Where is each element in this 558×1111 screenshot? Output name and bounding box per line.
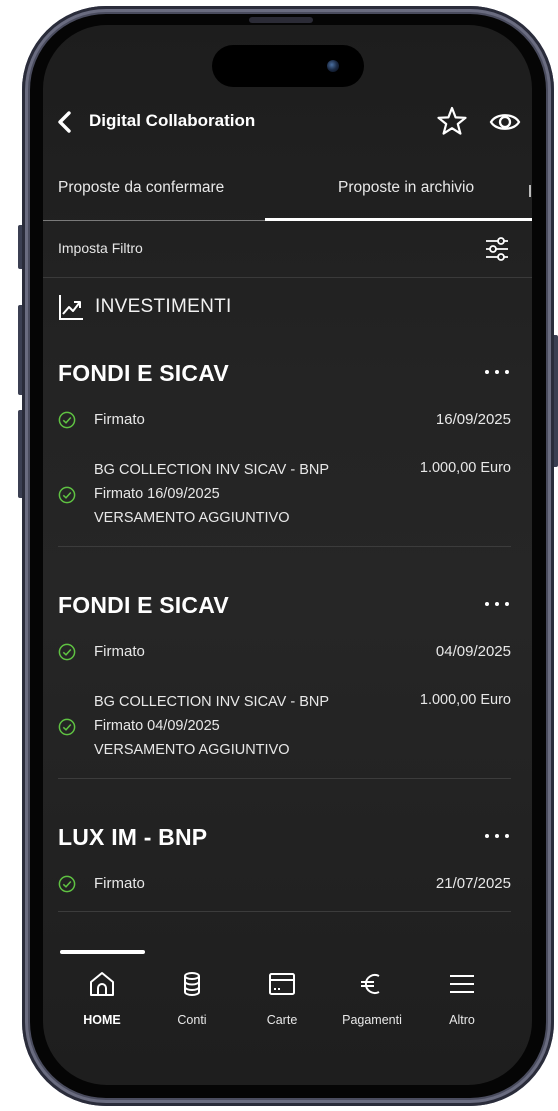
menu-icon bbox=[450, 975, 474, 993]
nav-label-home: HOME bbox=[83, 1013, 121, 1027]
eye-icon[interactable] bbox=[489, 108, 521, 136]
nav-item-conti[interactable]: Conti bbox=[147, 969, 237, 1027]
amount: 1.000,00 Euro bbox=[419, 460, 511, 476]
nav-label-altro: Altro bbox=[449, 1013, 475, 1027]
divider bbox=[58, 546, 511, 547]
active-nav-indicator bbox=[60, 950, 145, 954]
divider bbox=[58, 911, 511, 912]
page-title: Digital Collaboration bbox=[89, 111, 256, 130]
camera-icon bbox=[327, 60, 339, 72]
status-date: 16/09/2025 bbox=[435, 411, 511, 428]
check-circle-icon bbox=[58, 718, 76, 736]
check-circle-icon bbox=[58, 643, 76, 661]
fund-name: BG COLLECTION INV SICAV - BNP bbox=[94, 462, 330, 478]
operation-type: VERSAMENTO AGGIUNTIVO bbox=[94, 510, 290, 526]
proposal-card[interactable]: FONDI E SICAV Firmato 16/09/2025 BG COLL… bbox=[58, 360, 511, 547]
nav-item-altro[interactable]: Altro bbox=[417, 969, 507, 1027]
card-title: LUX IM - BNP bbox=[58, 824, 208, 850]
dynamic-island bbox=[212, 45, 364, 87]
filter-row[interactable]: Imposta Filtro bbox=[43, 221, 532, 278]
divider bbox=[58, 778, 511, 779]
card-icon bbox=[269, 973, 295, 995]
nav-label-conti: Conti bbox=[177, 1013, 207, 1027]
proposal-card[interactable]: LUX IM - BNP Firmato 21/07/2025 bbox=[58, 824, 511, 912]
more-options-icon[interactable] bbox=[483, 598, 511, 610]
signed-date: Firmato 16/09/2025 bbox=[94, 486, 220, 502]
nav-item-home[interactable]: HOME bbox=[57, 969, 147, 1027]
status-date: 04/09/2025 bbox=[435, 643, 511, 660]
status-label: Firmato bbox=[94, 411, 145, 428]
status-label: Firmato bbox=[94, 875, 145, 892]
check-circle-icon bbox=[58, 486, 76, 504]
bottom-nav: HOME Conti Carte Pagamenti Altro bbox=[43, 969, 532, 1039]
status-date: 21/07/2025 bbox=[435, 875, 511, 892]
check-circle-icon bbox=[58, 411, 76, 429]
trend-up-icon bbox=[59, 295, 83, 320]
check-circle-icon bbox=[58, 875, 76, 893]
nav-item-carte[interactable]: Carte bbox=[237, 969, 327, 1027]
app-header: Digital Collaboration bbox=[43, 105, 532, 139]
filter-label: Imposta Filtro bbox=[58, 240, 143, 256]
more-options-icon[interactable] bbox=[483, 366, 511, 378]
tab-proposte-da-confermare[interactable]: Proposte da confermare bbox=[58, 179, 224, 197]
speaker-grille bbox=[249, 17, 313, 23]
sliders-icon[interactable] bbox=[483, 235, 511, 263]
nav-label-pagamenti: Pagamenti bbox=[342, 1013, 402, 1027]
nav-item-pagamenti[interactable]: Pagamenti bbox=[327, 969, 417, 1027]
card-title: FONDI E SICAV bbox=[58, 592, 229, 618]
database-icon bbox=[184, 972, 200, 996]
back-chevron-icon[interactable] bbox=[53, 107, 77, 137]
euro-icon bbox=[361, 974, 380, 994]
phone-screen: Digital Collaboration Proposte da confer… bbox=[43, 25, 532, 1085]
tab-proposte-in-archivio[interactable]: Proposte in archivio bbox=[338, 179, 474, 197]
operation-type: VERSAMENTO AGGIUNTIVO bbox=[94, 742, 290, 758]
star-icon[interactable] bbox=[436, 105, 468, 137]
tab-scroll-edge bbox=[529, 185, 531, 197]
nav-label-carte: Carte bbox=[266, 1013, 298, 1027]
signed-date: Firmato 04/09/2025 bbox=[94, 718, 220, 734]
more-options-icon[interactable] bbox=[483, 830, 511, 842]
tab-bar: Proposte da confermare Proposte in archi… bbox=[43, 173, 532, 221]
fund-name: BG COLLECTION INV SICAV - BNP bbox=[94, 694, 330, 710]
card-title: FONDI E SICAV bbox=[58, 360, 229, 386]
home-icon bbox=[90, 972, 114, 996]
status-label: Firmato bbox=[94, 643, 145, 660]
amount: 1.000,00 Euro bbox=[419, 692, 511, 708]
section-label: INVESTIMENTI bbox=[95, 296, 232, 317]
proposal-card[interactable]: FONDI E SICAV Firmato 04/09/2025 BG COLL… bbox=[58, 592, 511, 779]
